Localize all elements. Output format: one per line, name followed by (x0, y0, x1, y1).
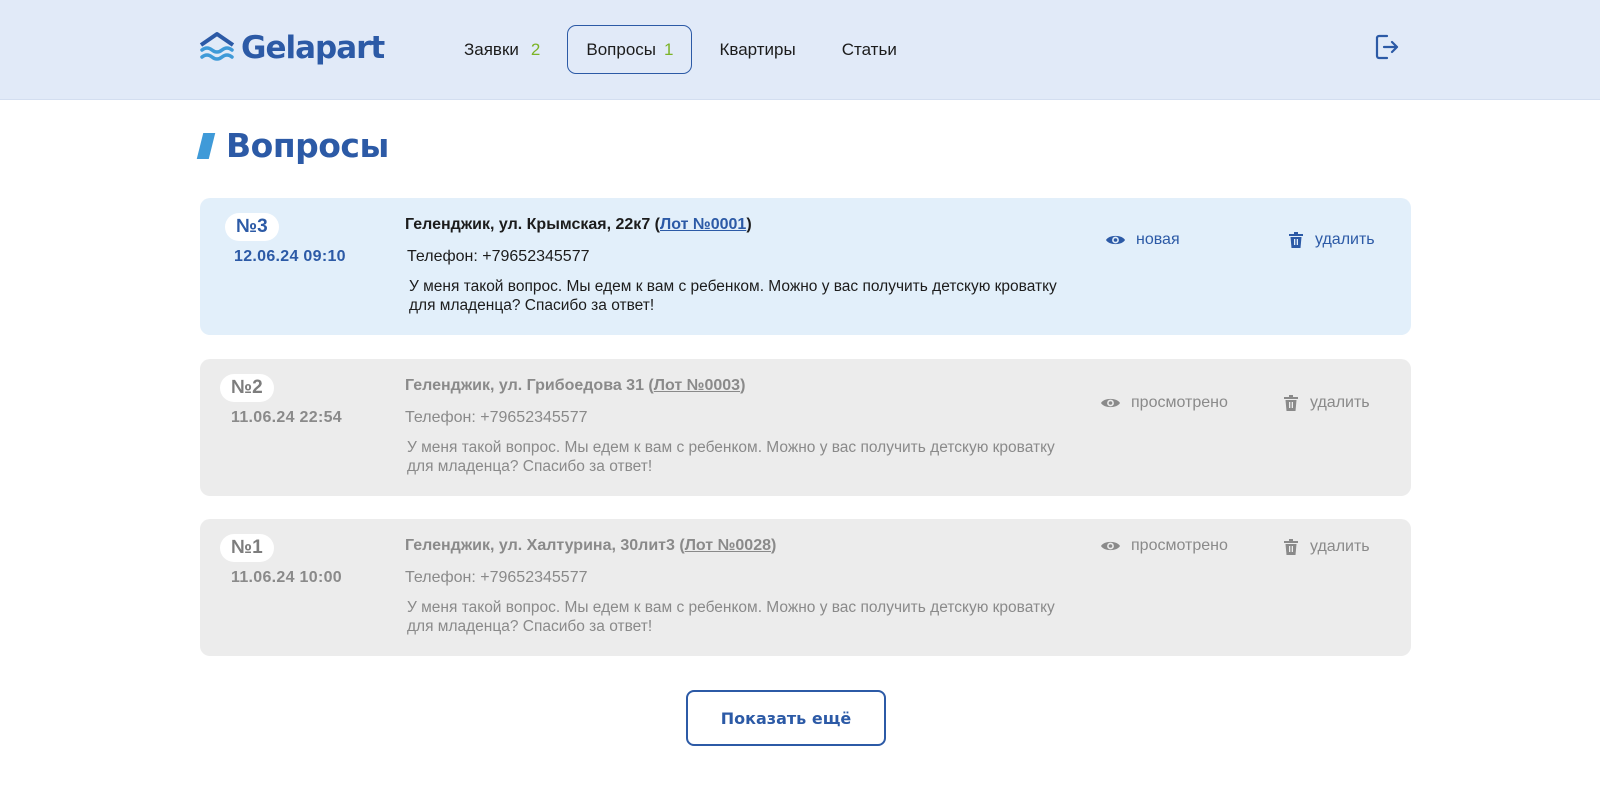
paren-close: ) (771, 537, 777, 554)
nav-item-label: Квартиры (719, 39, 796, 59)
trash-icon (1284, 539, 1298, 555)
question-number-badge: №3 (225, 213, 279, 241)
delete-button[interactable]: удалить (1284, 538, 1370, 556)
question-phone: Телефон: +79652345577 (405, 569, 588, 586)
question-number-badge: №1 (220, 534, 274, 562)
question-address: Геленджик, ул. Крымская, 22к7 (Лот №0001… (405, 216, 752, 234)
question-address: Геленджик, ул. Грибоедова 31 (Лот №0003) (405, 377, 745, 395)
status-toggle[interactable]: просмотрено (1100, 394, 1228, 412)
nav-item-questions[interactable]: Вопросы 1 (567, 25, 693, 74)
address-text: Геленджик, ул. Халтурина, 30лит3 (405, 537, 675, 554)
lot-link[interactable]: Лот №0028 (685, 537, 771, 554)
top-header: Gelapart Заявки 2 Вопросы 1 Квартиры Ста… (0, 0, 1600, 100)
question-message: У меня такой вопрос. Мы едем к вам с реб… (407, 599, 1055, 635)
delete-button[interactable]: удалить (1289, 231, 1375, 249)
title-accent-slash (196, 132, 216, 159)
main-nav: Заявки 2 Вопросы 1 Квартиры Статьи (445, 25, 916, 74)
nav-item-label: Статьи (841, 39, 897, 59)
lot-link[interactable]: Лот №0001 (660, 216, 746, 233)
question-phone: Телефон: +79652345577 (407, 248, 590, 265)
question-date: 11.06.24 22:54 (231, 409, 342, 426)
question-phone: Телефон: +79652345577 (405, 409, 588, 426)
status-toggle[interactable]: новая (1105, 231, 1180, 249)
lot-link[interactable]: Лот №0003 (654, 377, 740, 394)
nav-count-badge: 2 (530, 39, 541, 59)
nav-item-articles[interactable]: Статьи (823, 25, 916, 74)
trash-icon (1289, 232, 1303, 248)
delete-label: удалить (1310, 394, 1370, 411)
paren-close: ) (746, 216, 752, 233)
logo[interactable]: Gelapart (199, 30, 385, 66)
eye-icon (1101, 398, 1120, 408)
nav-count-badge: 1 (664, 39, 674, 59)
address-text: Геленджик, ул. Грибоедова 31 (405, 377, 644, 394)
question-card: №3 12.06.24 09:10 Геленджик, ул. Крымска… (200, 198, 1411, 335)
paren-close: ) (740, 377, 746, 394)
question-address: Геленджик, ул. Халтурина, 30лит3 (Лот №0… (405, 537, 776, 555)
nav-item-label: Заявки (464, 39, 519, 59)
waves-logo-icon (199, 32, 235, 61)
delete-button[interactable]: удалить (1284, 394, 1370, 412)
delete-label: удалить (1310, 538, 1370, 555)
logo-text: Gelapart (241, 30, 385, 66)
question-card: №1 11.06.24 10:00 Геленджик, ул. Халтури… (200, 519, 1411, 656)
status-label: просмотрено (1131, 537, 1228, 554)
question-date: 11.06.24 10:00 (231, 569, 342, 586)
eye-icon (1106, 235, 1125, 245)
nav-item-apartments[interactable]: Квартиры (700, 25, 814, 74)
question-card: №2 11.06.24 22:54 Геленджик, ул. Грибоед… (200, 359, 1411, 496)
address-text: Геленджик, ул. Крымская, 22к7 (405, 216, 651, 233)
question-message: У меня такой вопрос. Мы едем к вам с реб… (407, 439, 1055, 475)
status-toggle[interactable]: просмотрено (1100, 537, 1228, 555)
question-date: 12.06.24 09:10 (234, 248, 346, 265)
status-label: просмотрено (1131, 394, 1228, 411)
page-title-text: Вопросы (226, 126, 389, 165)
nav-item-label: Вопросы (586, 39, 657, 59)
question-number-badge: №2 (220, 374, 274, 402)
question-message: У меня такой вопрос. Мы едем к вам с реб… (409, 278, 1057, 314)
trash-icon (1284, 395, 1298, 411)
delete-label: удалить (1315, 231, 1375, 248)
eye-icon (1101, 541, 1120, 551)
logout-icon[interactable] (1374, 33, 1400, 61)
status-label: новая (1136, 231, 1180, 248)
page-title: Вопросы (196, 126, 389, 165)
show-more-button[interactable]: Показать ещё (686, 690, 886, 746)
nav-item-requests[interactable]: Заявки 2 (445, 25, 559, 74)
